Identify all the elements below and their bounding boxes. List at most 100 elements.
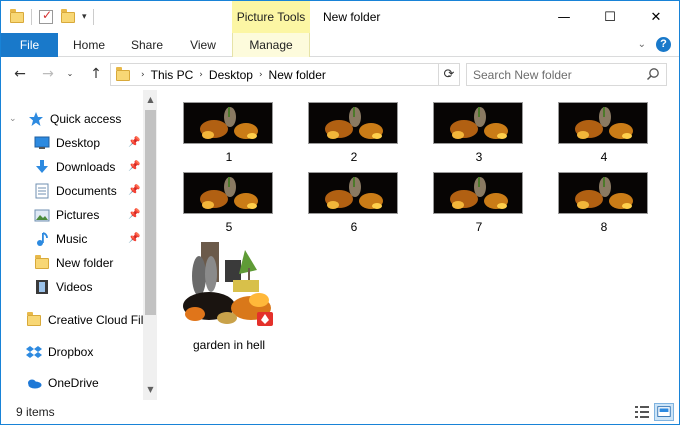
maximize-button[interactable]: ☐ [587,1,633,33]
status-bar: 9 items [1,400,679,424]
dropbox-icon [26,346,42,358]
nav-label: Creative Cloud Fil [48,313,144,327]
address-bar[interactable]: › This PC › Desktop › New folder ⌄ [110,63,460,86]
nav-label: Dropbox [48,345,94,359]
pin-icon[interactable]: 📌 [128,161,140,172]
sidebar-item-videos[interactable]: Videos [34,276,92,298]
sidebar-item-documents[interactable]: Documents [34,180,117,202]
close-icon: ✕ [650,9,662,25]
toolbar-divider [92,9,94,25]
title-bar: ▾ Picture Tools New folder — ☐ ✕ [1,1,679,33]
file-name: 5 [225,220,233,234]
sidebar-item-music[interactable]: Music [34,228,87,250]
search-input[interactable] [467,64,637,85]
ribbon-tabs: File Home Share View Manage ⌄ ? [1,33,679,57]
details-view-icon[interactable] [632,403,652,421]
image-thumbnail [558,102,648,144]
properties-button[interactable] [38,8,54,25]
image-thumbnail [183,172,273,214]
file-name: 6 [350,220,358,234]
refresh-icon: ⟳ [443,67,455,82]
search-box[interactable] [466,63,667,86]
quick-access-toolbar: ▾ [9,8,94,26]
image-thumbnail [183,102,273,144]
scroll-down-button[interactable]: ▼ [143,382,157,398]
new-folder-button[interactable] [60,9,76,25]
sidebar-item-creative-cloud[interactable]: Creative Cloud Fil [26,309,143,331]
file-item[interactable]: garden in hell [179,240,279,354]
file-item[interactable]: 4 [554,100,654,164]
quick-access-item[interactable]: Quick access [28,108,121,130]
file-name: 2 [350,150,358,164]
image-thumbnail [433,172,523,214]
window-title: New folder [323,10,381,24]
refresh-button[interactable]: ⟳ [438,63,460,86]
music-icon [37,232,48,246]
large-icons-view-icon[interactable] [654,403,674,421]
tab-home[interactable]: Home [63,33,115,57]
minimize-button[interactable]: — [541,1,587,33]
file-item[interactable]: 6 [304,170,404,234]
pin-icon[interactable]: 📌 [128,209,140,220]
tab-view[interactable]: View [177,33,229,57]
pin-icon[interactable]: 📌 [128,233,140,244]
tab-manage[interactable]: Manage [232,33,310,57]
file-item[interactable]: 1 [179,100,279,164]
breadcrumb-this-pc[interactable]: This PC [151,68,194,82]
tab-file[interactable]: File [1,33,58,57]
expand-ribbon-button[interactable]: ⌄ [638,39,646,50]
back-button[interactable]: ← [11,65,29,83]
explorer-window: ▾ Picture Tools New folder — ☐ ✕ File Ho… [0,0,680,425]
nav-label: Downloads [56,160,116,174]
ribbon-controls: ⌄ ? [638,37,671,52]
search-icon [646,68,659,81]
file-item[interactable]: 5 [179,170,279,234]
nav-label: New folder [56,256,114,270]
file-item[interactable]: 2 [304,100,404,164]
sidebar-item-desktop[interactable]: Desktop [34,132,100,154]
chevron-down-icon[interactable]: ⌄ [9,114,17,124]
toolbar-divider [31,9,32,25]
tab-share[interactable]: Share [121,33,173,57]
breadcrumb-new-folder[interactable]: New folder [269,68,326,82]
customize-toolbar-button[interactable]: ▾ [82,12,87,22]
close-button[interactable]: ✕ [633,1,679,33]
videos-icon [36,280,48,294]
sidebar-item-new-folder[interactable]: New folder [34,252,113,274]
desktop-icon [34,136,50,149]
pin-icon[interactable]: 📌 [128,137,140,148]
file-name: 7 [475,220,483,234]
sidebar-item-dropbox[interactable]: Dropbox [26,341,93,363]
scroll-thumb[interactable] [145,110,156,315]
pictures-icon [34,209,50,222]
file-item[interactable]: 3 [429,100,529,164]
sidebar-item-downloads[interactable]: Downloads [34,156,115,178]
sidebar-item-onedrive[interactable]: OneDrive [26,372,99,394]
folder-icon [34,255,50,271]
sidebar-item-pictures[interactable]: Pictures [34,204,99,226]
navigation-pane: ⌄ Quick access Desktop 📌 Downloads 📌 Doc… [1,90,157,400]
creative-cloud-icon [26,312,42,328]
pin-icon[interactable]: 📌 [128,185,140,196]
file-item[interactable]: 7 [429,170,529,234]
chevron-right-icon[interactable]: › [141,70,145,80]
image-thumbnail [558,172,648,214]
file-name: 4 [600,150,608,164]
scroll-up-button[interactable]: ▲ [143,92,157,108]
new-folder-icon [61,9,75,23]
nav-scrollbar[interactable]: ▲ ▼ [143,90,157,400]
breadcrumb-desktop[interactable]: Desktop [209,68,253,82]
chevron-right-icon[interactable]: › [199,70,203,80]
file-name: 1 [225,150,233,164]
nav-label: Desktop [56,136,101,150]
file-item[interactable]: 8 [554,170,654,234]
recent-locations-button[interactable]: ⌄ [61,65,79,83]
up-button[interactable]: ↑ [87,65,105,83]
nav-label: OneDrive [48,376,99,390]
item-count: 9 items [16,405,55,419]
forward-button[interactable]: → [39,65,57,83]
help-button[interactable]: ? [656,37,671,52]
nav-label: Music [56,232,88,246]
navigation-bar: ← → ⌄ ↑ › This PC › Desktop › New folder… [1,58,679,90]
chevron-right-icon[interactable]: › [259,70,263,80]
